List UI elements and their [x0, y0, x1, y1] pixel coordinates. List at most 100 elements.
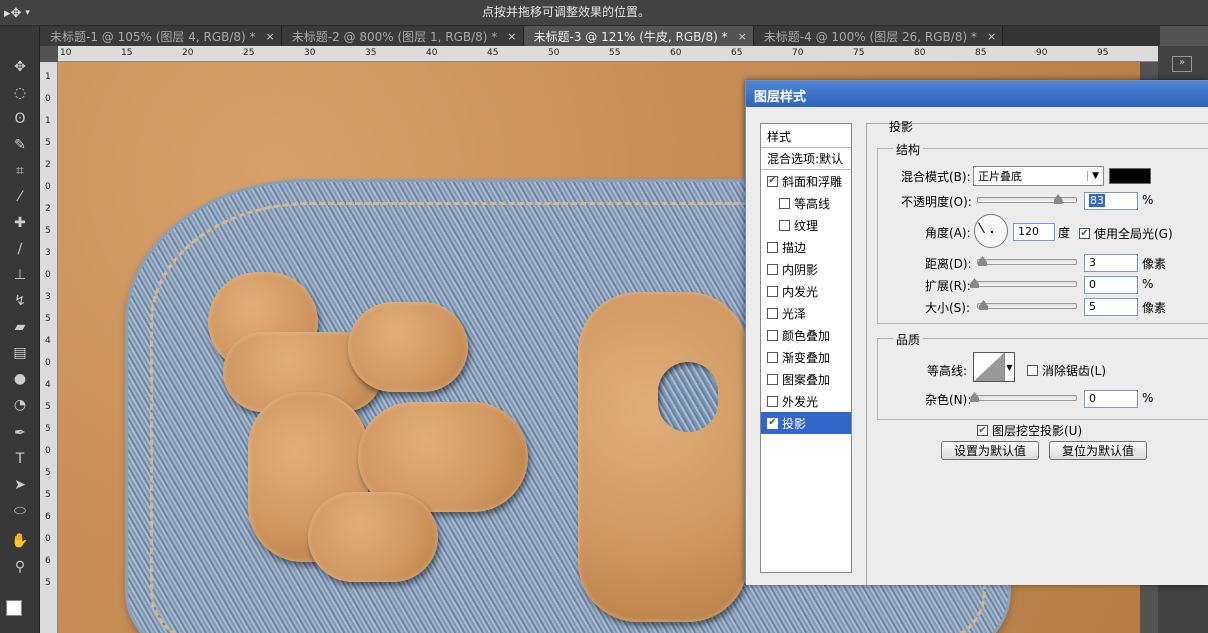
- close-icon[interactable]: ×: [507, 30, 516, 43]
- checkbox-box[interactable]: [767, 351, 778, 363]
- close-icon[interactable]: ×: [738, 30, 747, 43]
- style-item[interactable]: ✔ 斜面和浮雕: [761, 170, 851, 192]
- healing-brush-icon[interactable]: ✚: [8, 212, 32, 234]
- angle-input[interactable]: 120: [1013, 223, 1055, 241]
- blend-mode-select[interactable]: 正片叠底 ▼: [973, 166, 1104, 186]
- checkbox-box[interactable]: ✔: [767, 417, 778, 429]
- tab-label: 未标题-4 @ 100% (图层 26, RGB/8) *: [763, 29, 977, 44]
- checkbox-box[interactable]: [767, 285, 778, 297]
- style-item[interactable]: 颜色叠加: [761, 324, 851, 346]
- antialias-label: 消除锯齿(L): [1042, 364, 1107, 378]
- shape-icon[interactable]: ⬭: [8, 500, 32, 522]
- hand-icon[interactable]: ✋: [8, 530, 32, 552]
- style-item[interactable]: ✔ 投影: [761, 412, 851, 434]
- contour-picker[interactable]: ▼: [973, 352, 1015, 382]
- style-item[interactable]: 混合选项:默认: [761, 148, 851, 170]
- contour-label: 等高线:: [927, 364, 968, 378]
- history-brush-icon[interactable]: ↯: [8, 290, 32, 312]
- dialog-title[interactable]: 图层样式: [746, 81, 1208, 107]
- tab-document-2[interactable]: 未标题-2 @ 800% (图层 1, RGB/8) * ×: [281, 26, 524, 46]
- panel-collapse-icon[interactable]: »: [1172, 56, 1192, 72]
- size-unit: 像素: [1142, 301, 1167, 315]
- global-light-label: 使用全局光(G): [1094, 227, 1173, 241]
- spread-input[interactable]: 0: [1084, 276, 1138, 294]
- global-light-checkbox[interactable]: ✔ 使用全局光(G): [1079, 225, 1173, 242]
- close-icon[interactable]: ×: [266, 30, 275, 43]
- tab-document-4[interactable]: 未标题-4 @ 100% (图层 26, RGB/8) * ×: [753, 26, 1004, 46]
- distance-input[interactable]: 3: [1084, 254, 1138, 272]
- size-input[interactable]: 5: [1084, 298, 1138, 316]
- zoom-icon[interactable]: ⚲: [8, 556, 32, 578]
- angle-dial[interactable]: [974, 214, 1008, 248]
- opacity-input[interactable]: 83: [1084, 192, 1138, 210]
- checkbox-box[interactable]: ✔: [767, 175, 778, 187]
- checkbox-box[interactable]: [767, 373, 778, 385]
- style-item[interactable]: 外发光: [761, 390, 851, 412]
- move-tool-icon[interactable]: ▸✥ ▾: [4, 3, 56, 23]
- chevron-down-icon[interactable]: ▼: [1004, 353, 1014, 381]
- style-item[interactable]: 等高线: [761, 192, 851, 214]
- tab-document-3[interactable]: 未标题-3 @ 121% (牛皮, RGB/8) * ×: [523, 26, 754, 46]
- spread-slider[interactable]: [970, 278, 1077, 288]
- blur-icon[interactable]: ●: [8, 368, 32, 390]
- gradient-icon[interactable]: ▤: [8, 342, 32, 364]
- checkbox-box[interactable]: ✔: [1079, 228, 1090, 239]
- leather-shape: [348, 302, 468, 392]
- noise-slider[interactable]: [970, 392, 1077, 402]
- antialias-checkbox[interactable]: 消除锯齿(L): [1027, 362, 1106, 379]
- style-item[interactable]: 图案叠加: [761, 368, 851, 390]
- checkbox-box[interactable]: ✔: [977, 425, 988, 436]
- lasso-icon[interactable]: ʘ: [8, 108, 32, 130]
- move-icon[interactable]: ✥: [8, 56, 32, 78]
- checkbox-box[interactable]: [767, 307, 778, 319]
- style-item[interactable]: 样式: [761, 126, 851, 148]
- checkbox-box[interactable]: [779, 219, 790, 231]
- spread-unit: %: [1142, 277, 1154, 291]
- dodge-icon[interactable]: ◔: [8, 394, 32, 416]
- reset-default-button[interactable]: 复位为默认值: [1049, 441, 1147, 460]
- checkbox-box[interactable]: [767, 263, 778, 275]
- quick-select-icon[interactable]: ✎: [8, 134, 32, 156]
- marquee-icon[interactable]: ◌: [8, 82, 32, 104]
- opacity-slider[interactable]: [977, 194, 1077, 204]
- style-item-label: 内阴影: [782, 262, 819, 277]
- shadow-color-swatch[interactable]: [1109, 168, 1151, 184]
- noise-input[interactable]: 0: [1084, 390, 1138, 408]
- ruler-tick-label: 10: [60, 48, 72, 58]
- noise-unit: %: [1142, 391, 1154, 405]
- checkbox-box[interactable]: [767, 329, 778, 341]
- crop-icon[interactable]: ⌗: [8, 160, 32, 182]
- size-slider[interactable]: [977, 300, 1077, 310]
- knockout-checkbox[interactable]: ✔ 图层挖空投影(U): [977, 422, 1082, 439]
- brush-icon[interactable]: ∕: [8, 238, 32, 260]
- style-item[interactable]: 描边: [761, 236, 851, 258]
- ruler-tick-label: 30: [304, 48, 316, 58]
- eyedropper-icon[interactable]: ⁄: [8, 186, 32, 208]
- ruler-tick-label: 6: [45, 512, 51, 522]
- ruler-tick-label: 75: [853, 48, 865, 58]
- style-item[interactable]: 纹理: [761, 214, 851, 236]
- style-item[interactable]: 光泽: [761, 302, 851, 324]
- angle-label: 角度(A):: [925, 226, 971, 240]
- checkbox-box[interactable]: [767, 241, 778, 253]
- foreground-color[interactable]: [6, 600, 22, 616]
- tab-document-1[interactable]: 未标题-1 @ 105% (图层 4, RGB/8) * ×: [40, 26, 282, 46]
- style-item[interactable]: 内发光: [761, 280, 851, 302]
- drop-shadow-panel: 投影 结构 混合模式(B): 正片叠底 ▼ 不透明度(O): 83 % 角度(A)…: [866, 120, 1208, 585]
- ruler-tick-label: 70: [792, 48, 804, 58]
- pen-icon[interactable]: ✒: [8, 422, 32, 444]
- eraser-icon[interactable]: ▰: [8, 316, 32, 338]
- close-icon[interactable]: ×: [987, 30, 996, 43]
- distance-slider[interactable]: [977, 256, 1077, 266]
- style-item[interactable]: 渐变叠加: [761, 346, 851, 368]
- checkbox-box[interactable]: [779, 197, 790, 209]
- style-item[interactable]: 内阴影: [761, 258, 851, 280]
- type-icon[interactable]: T: [8, 448, 32, 470]
- ruler-tick-label: 0: [45, 358, 51, 368]
- checkbox-box[interactable]: [1027, 365, 1038, 376]
- checkbox-box[interactable]: [767, 395, 778, 407]
- stamp-icon[interactable]: ⊥: [8, 264, 32, 286]
- make-default-button[interactable]: 设置为默认值: [941, 441, 1039, 460]
- path-select-icon[interactable]: ➤: [8, 474, 32, 496]
- options-bar: ▸✥ ▾ 点按并拖移可调整效果的位置。: [0, 0, 1208, 26]
